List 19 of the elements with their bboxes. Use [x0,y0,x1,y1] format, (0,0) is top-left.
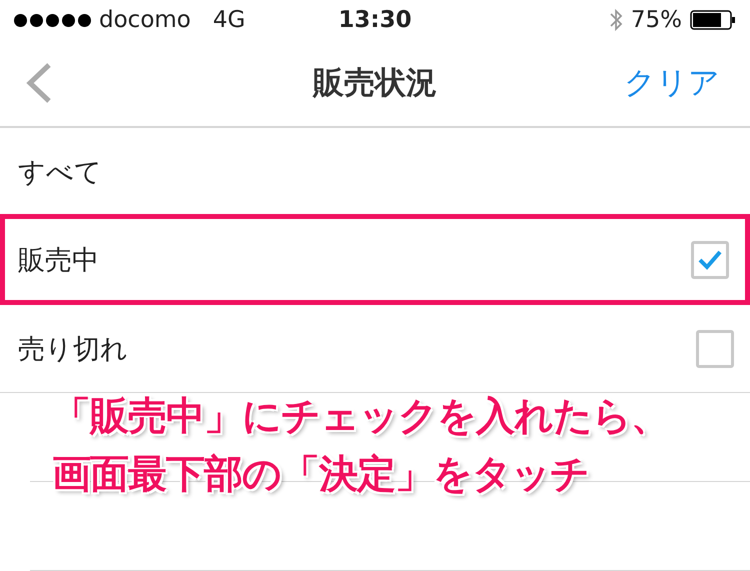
nav-title: 販売状況 [313,65,437,101]
network-type: 4G [212,7,246,33]
checkbox[interactable] [691,240,729,278]
option-row[interactable]: すべて [0,128,750,216]
clock-time: 13:30 [338,7,412,33]
signal-icon [14,14,91,26]
battery-icon [690,10,736,30]
option-label: 販売中 [18,244,99,278]
annotation-text: 「販売中」にチェックを入れたら、 画面最下部の「決定」をタッチ [52,393,669,499]
highlighted-option-row[interactable]: 販売中 [0,214,750,305]
bluetooth-icon [608,8,623,32]
carrier-name: docomo [99,7,191,33]
clear-button[interactable]: クリア [624,62,720,104]
option-row[interactable]: 売り切れ [0,305,750,393]
option-label: すべて [18,156,102,190]
battery-percent: 75% [630,7,682,33]
check-icon [697,248,723,270]
checkbox[interactable] [696,330,734,368]
option-label: 売り切れ [18,332,128,366]
